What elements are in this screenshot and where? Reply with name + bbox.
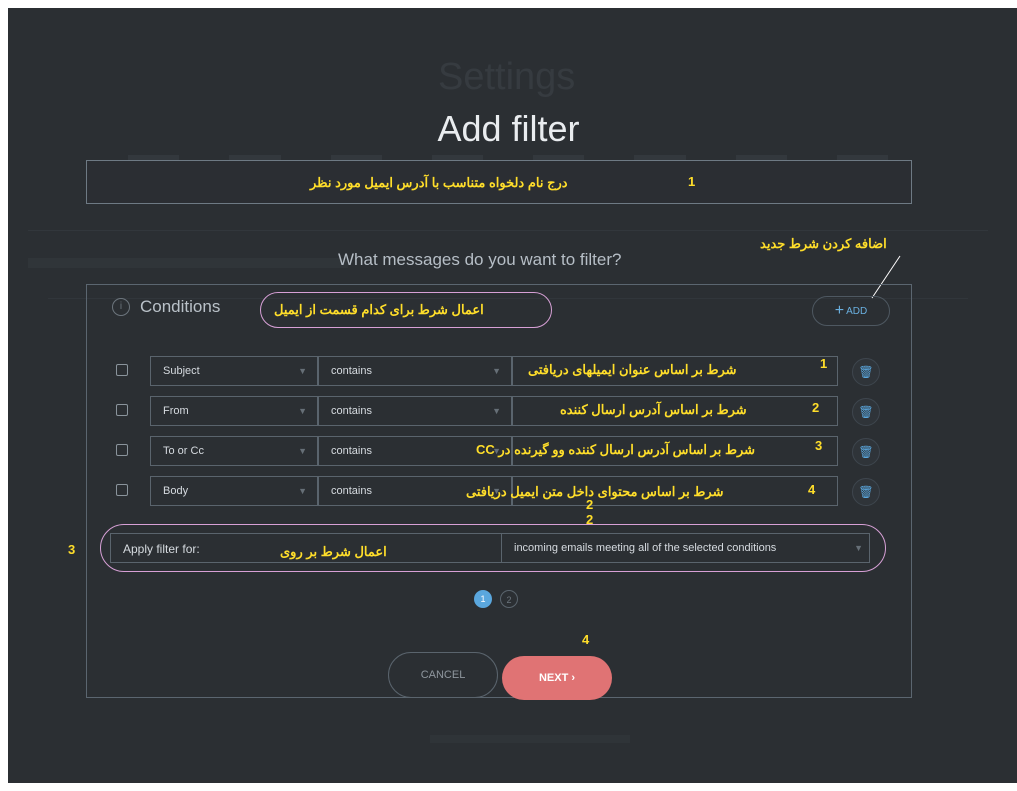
operator-select-value: contains bbox=[331, 405, 372, 417]
annotation-row3: شرط بر اساس آدرس ارسال کننده وو گیرنده د… bbox=[476, 442, 756, 457]
annotation-number: 2 bbox=[812, 400, 820, 415]
field-select-value: Body bbox=[163, 485, 189, 497]
caret-down-icon: ▼ bbox=[492, 366, 501, 376]
condition-checkbox[interactable] bbox=[116, 404, 128, 416]
caret-down-icon: ▼ bbox=[492, 406, 501, 416]
trash-icon[interactable]: 🗑 bbox=[852, 358, 880, 386]
apply-filter-value: incoming emails meeting all of the selec… bbox=[514, 542, 777, 554]
plus-icon: + bbox=[834, 302, 845, 319]
operator-select-value: contains bbox=[331, 485, 372, 497]
caret-down-icon: ▼ bbox=[298, 486, 307, 496]
condition-row: From ▼ contains ▼ 🗑 bbox=[110, 396, 910, 426]
annotation-name-hint: درج نام دلخواه متناسب با آدرس ایمیل مورد… bbox=[310, 175, 568, 190]
field-select[interactable]: Body ▼ bbox=[150, 476, 318, 506]
annotation-number: 4 bbox=[582, 632, 590, 647]
annotation-number: 1 bbox=[688, 174, 696, 189]
apply-filter-label: Apply filter for: bbox=[123, 542, 200, 556]
trash-icon[interactable]: 🗑 bbox=[852, 438, 880, 466]
condition-checkbox[interactable] bbox=[116, 364, 128, 376]
operator-select[interactable]: contains ▼ bbox=[318, 356, 512, 386]
annotation-add-hint: اضافه کردن شرط جدید bbox=[760, 236, 887, 251]
trash-icon[interactable]: 🗑 bbox=[852, 398, 880, 426]
background-row bbox=[28, 208, 988, 231]
annotation-conditions-hint: اعمال شرط برای کدام قسمت از ایمیل bbox=[274, 302, 484, 317]
background-title: Settings bbox=[438, 56, 576, 98]
caret-down-icon: ▼ bbox=[298, 446, 307, 456]
modal-title: Add filter bbox=[437, 108, 580, 149]
pagination: 1 2 bbox=[474, 590, 518, 608]
conditions-label: Conditions bbox=[140, 297, 221, 316]
apply-filter-row: Apply filter for: incoming emails meetin… bbox=[110, 533, 870, 563]
annotation-apply-hint: اعمال شرط بر روی bbox=[280, 544, 387, 559]
annotation-row2: شرط بر اساس آدرس ارسال کننده bbox=[560, 402, 747, 417]
cancel-button[interactable]: CANCEL bbox=[388, 652, 498, 698]
field-select-value: To or Cc bbox=[163, 445, 204, 457]
background-footer bbox=[430, 735, 630, 743]
add-button-label: ADD bbox=[846, 305, 868, 317]
info-icon: i bbox=[112, 298, 130, 316]
add-condition-button[interactable]: + ADD bbox=[812, 296, 890, 326]
trash-icon[interactable]: 🗑 bbox=[852, 478, 880, 506]
field-select[interactable]: Subject ▼ bbox=[150, 356, 318, 386]
operator-select-value: contains bbox=[331, 445, 372, 457]
operator-select[interactable]: contains ▼ bbox=[318, 396, 512, 426]
background-row bbox=[28, 258, 348, 268]
annotation-number: 1 bbox=[820, 356, 828, 371]
operator-select-value: contains bbox=[331, 365, 372, 377]
field-select-value: From bbox=[163, 405, 189, 417]
condition-checkbox[interactable] bbox=[116, 444, 128, 456]
field-select[interactable]: To or Cc ▼ bbox=[150, 436, 318, 466]
annotation-row1: شرط بر اساس عنوان ایمیلهای دریافتی bbox=[528, 362, 737, 377]
caret-down-icon: ▼ bbox=[298, 406, 307, 416]
caret-down-icon: ▼ bbox=[298, 366, 307, 376]
annotation-number: 4 bbox=[808, 482, 816, 497]
conditions-header: i Conditions bbox=[112, 297, 220, 317]
field-select-value: Subject bbox=[163, 365, 200, 377]
page-dot-2[interactable]: 2 bbox=[500, 590, 518, 608]
condition-checkbox[interactable] bbox=[116, 484, 128, 496]
apply-filter-select[interactable]: incoming emails meeting all of the selec… bbox=[501, 534, 871, 562]
condition-row: Subject ▼ contains ▼ 🗑 bbox=[110, 356, 910, 386]
page-dot-1[interactable]: 1 bbox=[474, 590, 492, 608]
annotation-number: 2 bbox=[586, 497, 594, 512]
annotation-number: 3 bbox=[68, 542, 76, 557]
next-button[interactable]: NEXT › bbox=[502, 656, 612, 700]
field-select[interactable]: From ▼ bbox=[150, 396, 318, 426]
annotation-number: 3 bbox=[815, 438, 823, 453]
annotation-row4: شرط بر اساس محتوای داخل متن ایمیل دریافت… bbox=[466, 484, 724, 499]
filter-question: What messages do you want to filter? bbox=[338, 250, 622, 269]
caret-down-icon: ▼ bbox=[854, 543, 863, 553]
